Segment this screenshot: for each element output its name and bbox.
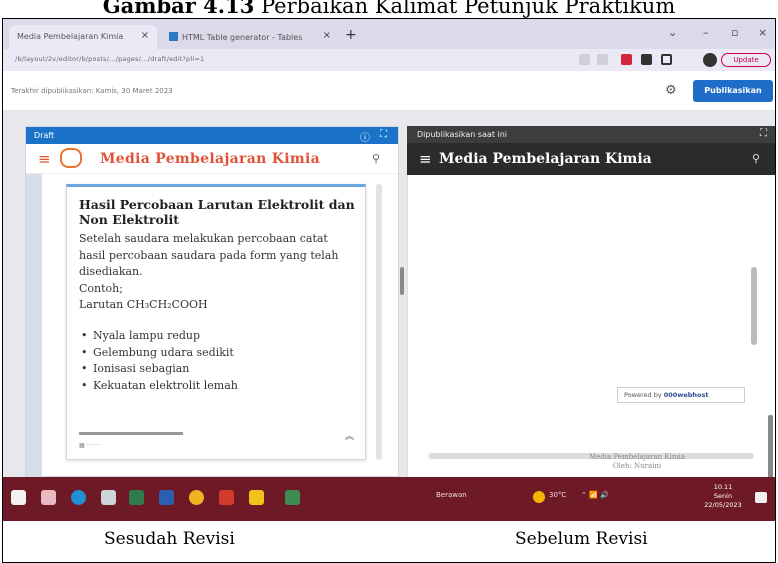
side-column — [26, 174, 42, 478]
preview-published: Dipublikasikan saat ini ⛶ ≡ Media Pembel… — [407, 126, 775, 505]
avatar[interactable] — [703, 53, 717, 67]
browser-tab-table-generator[interactable]: HTML Table generator - Tables × — [161, 25, 339, 49]
published-status: Dipublikasikan saat ini — [417, 130, 508, 139]
expand-icon[interactable]: ⛶ — [380, 129, 387, 140]
logo-icon — [60, 148, 82, 168]
active-app-icon[interactable] — [285, 490, 300, 505]
app-header: ≡ Media Pembelajaran Kimia ⚲ — [26, 144, 398, 174]
chevron-down-icon[interactable]: ⌄ — [668, 26, 677, 39]
tab-label: Media Pembelajaran Kimia — [17, 32, 124, 41]
table-favicon-icon — [169, 32, 178, 41]
system-tray-icons[interactable]: ⌃ 📶 🔊 — [581, 491, 609, 499]
notification-icon[interactable] — [755, 492, 767, 503]
close-icon[interactable]: × — [323, 30, 331, 41]
publish-button[interactable]: Publikasikan — [693, 80, 773, 102]
list-item: Gelembung udara sedikit — [81, 345, 351, 362]
footer-title: Media Pembelajaran Kimia — [589, 453, 685, 461]
tab-label: HTML Table generator - Tables — [182, 33, 303, 42]
sidebar-icon[interactable] — [661, 54, 672, 65]
excel-icon[interactable] — [129, 490, 144, 505]
screenshot: Media Pembelajaran Kimia × HTML Table ge… — [3, 19, 775, 521]
card-heading: Hasil Percobaan Larutan Elektrolit dan N… — [79, 197, 355, 227]
clock-date: 22/05/2023 — [704, 501, 742, 509]
card-footer-meta: ▦ ······· — [79, 442, 100, 449]
app-header: ≡ Media Pembelajaran Kimia ⚲ — [407, 143, 775, 175]
inner-scrollbar[interactable] — [376, 184, 382, 460]
address-bar[interactable]: /b/layout/2v/editor/b/posts/…/pages/…/dr… — [3, 49, 775, 71]
label-after-revision: Sesudah Revisi — [104, 529, 235, 549]
label-before-revision: Sebelum Revisi — [515, 529, 648, 549]
draft-status: Draft — [34, 131, 55, 140]
search-icon[interactable]: ⚲ — [372, 152, 380, 165]
figure-caption-text: Perbaikan Kalimat Petunjuk Praktikum — [261, 0, 676, 18]
weather-icon[interactable] — [533, 491, 545, 503]
card-paragraph: Setelah saudara melakukan percobaan cata… — [79, 232, 339, 278]
star-icon[interactable] — [597, 54, 608, 65]
solution-text: Larutan CH₃CH₂COOH — [79, 298, 208, 311]
figure-number: Gambar 4.13 — [102, 0, 255, 18]
extensions-icon[interactable] — [641, 54, 652, 65]
collapse-icon[interactable]: ︽ — [345, 429, 354, 442]
browser-tab-media[interactable]: Media Pembelajaran Kimia × — [9, 25, 157, 49]
published-content — [407, 175, 775, 505]
app-title: Media Pembelajaran Kimia — [439, 151, 652, 167]
powered-by-label: Powered by — [624, 391, 662, 399]
list-item: Nyala lampu redup — [81, 328, 351, 345]
publish-info: Terakhir dipublikasikan: Kamis, 30 Maret… — [11, 87, 173, 95]
scrollbar-thumb[interactable] — [400, 267, 404, 295]
word-icon[interactable] — [159, 490, 174, 505]
new-tab-icon[interactable]: + — [345, 27, 357, 43]
minimize-icon[interactable]: – — [703, 26, 709, 39]
app-icon[interactable] — [101, 490, 116, 505]
draft-status-bar: Draft ⓘ ⛶ — [26, 127, 398, 144]
powerpoint-icon[interactable] — [219, 490, 234, 505]
taskbar: Berawan 30°C ⌃ 📶 🔊 10.11 Senin 22/05/202… — [3, 477, 775, 521]
page-footer: Media Pembelajaran Kimia Oleh: Nuraini — [527, 453, 747, 471]
menu-icon[interactable]: ≡ — [38, 150, 51, 168]
weather-text[interactable]: Berawan — [436, 491, 467, 499]
content-card: Hasil Percobaan Larutan Elektrolit dan N… — [66, 184, 366, 460]
edge-icon[interactable] — [71, 490, 86, 505]
app-title: Media Pembelajaran Kimia — [100, 151, 320, 167]
card-footer-line — [79, 432, 183, 435]
published-status-bar: Dipublikasikan saat ini ⛶ — [407, 126, 775, 143]
powered-by-brand: 000webhost — [663, 391, 709, 399]
update-button[interactable]: Update — [721, 53, 771, 67]
figure-caption: Gambar 4.13 Perbaikan Kalimat Petunjuk P… — [0, 0, 778, 18]
info-icon[interactable]: ⓘ — [360, 129, 370, 144]
chrome-icon[interactable] — [189, 490, 204, 505]
clock[interactable]: 10.11 Senin 22/05/2023 — [703, 483, 743, 510]
share-icon[interactable] — [579, 54, 590, 65]
extension-red-icon[interactable] — [621, 54, 632, 65]
preview-draft: Draft ⓘ ⛶ ≡ Media Pembelajaran Kimia ⚲ H… — [25, 126, 404, 478]
list-item: Ionisasi sebagian — [81, 361, 351, 378]
inner-scrollbar[interactable] — [751, 267, 757, 345]
browser-tab-bar: Media Pembelajaran Kimia × HTML Table ge… — [3, 19, 775, 49]
url-text[interactable]: /b/layout/2v/editor/b/posts/…/pages/…/dr… — [15, 55, 204, 63]
observation-list: Nyala lampu redup Gelembung udara sediki… — [81, 328, 351, 394]
app-icon[interactable] — [41, 490, 56, 505]
start-icon[interactable] — [11, 490, 26, 505]
list-item: Kekuatan elektrolit lemah — [81, 378, 351, 395]
clock-time: 10.11 — [713, 483, 733, 491]
powered-by-badge[interactable]: Powered by 000webhost — [617, 387, 745, 403]
gear-icon[interactable]: ⚙ — [665, 83, 677, 98]
clock-day: Senin — [713, 492, 733, 500]
search-icon[interactable]: ⚲ — [752, 152, 760, 165]
maximize-icon[interactable]: ▫ — [731, 26, 738, 39]
window-close-icon[interactable]: × — [758, 26, 767, 39]
temperature-text[interactable]: 30°C — [549, 491, 566, 499]
card-body: Setelah saudara melakukan percobaan cata… — [79, 231, 349, 314]
footer-author: Oleh: Nuraini — [612, 462, 662, 470]
expand-icon[interactable]: ⛶ — [760, 128, 767, 139]
folder-icon[interactable] — [249, 490, 264, 505]
editor-header: Terakhir dipublikasikan: Kamis, 30 Maret… — [3, 71, 775, 111]
menu-icon[interactable]: ≡ — [419, 150, 432, 168]
example-label: Contoh; — [79, 281, 123, 295]
close-icon[interactable]: × — [141, 30, 149, 41]
